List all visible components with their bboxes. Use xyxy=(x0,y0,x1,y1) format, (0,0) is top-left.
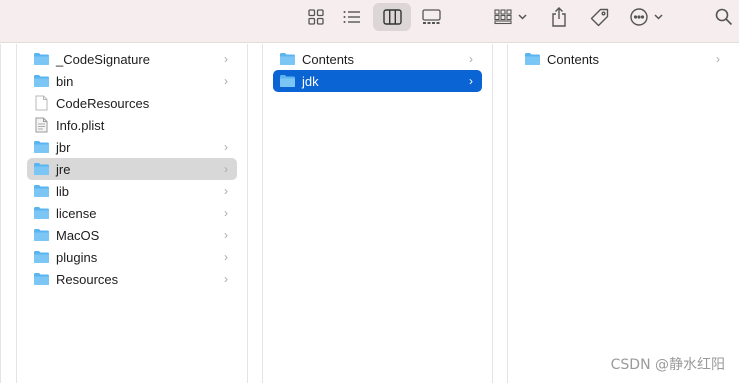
column-1[interactable]: _CodeSignature › bin › CodeResources Info.pli… xyxy=(17,44,248,383)
chevron-right-icon: › xyxy=(224,206,228,220)
folder-icon xyxy=(33,74,50,88)
search-icon xyxy=(715,8,733,26)
item-label: Contents xyxy=(547,51,600,67)
list-item[interactable]: license › xyxy=(27,202,237,224)
group-button[interactable] xyxy=(490,3,532,31)
search-button[interactable] xyxy=(710,3,738,31)
chevron-right-icon: › xyxy=(224,52,228,66)
icon-view-button[interactable] xyxy=(302,3,330,31)
tags-button[interactable] xyxy=(585,3,613,31)
gallery-icon xyxy=(421,9,441,25)
list-icon xyxy=(343,10,361,24)
item-label: MacOS xyxy=(56,227,100,243)
item-label: jre xyxy=(56,161,71,177)
list-item[interactable]: plugins › xyxy=(27,246,237,268)
group-grid-icon xyxy=(494,9,528,25)
column-2[interactable]: Contents › jdk › xyxy=(262,44,493,383)
folder-icon xyxy=(33,184,50,198)
folder-icon xyxy=(33,162,50,176)
item-label: Info.plist xyxy=(56,117,105,133)
watermark: CSDN @静水红阳 xyxy=(610,357,725,373)
chevron-right-icon: › xyxy=(469,52,473,66)
columns-icon xyxy=(382,9,402,25)
share-button[interactable] xyxy=(545,3,573,31)
list-item[interactable]: bin › xyxy=(27,70,237,92)
item-label: lib xyxy=(56,183,70,199)
chevron-right-icon: › xyxy=(224,228,228,242)
list-item[interactable]: Contents › xyxy=(518,48,729,70)
folder-icon xyxy=(524,52,541,66)
column-3[interactable]: Contents › xyxy=(507,44,739,383)
folder-icon xyxy=(33,250,50,264)
item-label: plugins xyxy=(56,249,98,265)
folder-icon xyxy=(33,228,50,242)
list-item[interactable]: Info.plist xyxy=(27,114,237,136)
folder-icon xyxy=(33,52,50,66)
plist-file-icon xyxy=(33,117,50,133)
item-label: jbr xyxy=(56,139,71,155)
list-item[interactable]: CodeResources xyxy=(27,92,237,114)
list-item[interactable]: jre › xyxy=(27,158,237,180)
item-label: _CodeSignature xyxy=(56,51,150,67)
chevron-right-icon: › xyxy=(224,184,228,198)
chevron-right-icon: › xyxy=(469,74,473,88)
list-item[interactable]: jbr › xyxy=(27,136,237,158)
finder-toolbar xyxy=(0,0,739,43)
folder-icon xyxy=(279,74,296,88)
item-label: Contents xyxy=(302,51,355,67)
chevron-right-icon: › xyxy=(224,74,228,88)
folder-icon xyxy=(33,140,50,154)
list-item[interactable]: Contents › xyxy=(273,48,482,70)
column-previous-edge xyxy=(0,44,17,383)
list-item[interactable]: lib › xyxy=(27,180,237,202)
column-view-button[interactable] xyxy=(373,3,411,31)
more-actions-button[interactable] xyxy=(627,3,667,31)
list-item[interactable]: jdk › xyxy=(273,70,482,92)
list-item[interactable]: MacOS › xyxy=(27,224,237,246)
grid-icon xyxy=(308,9,324,25)
chevron-right-icon: › xyxy=(224,272,228,286)
item-label: CodeResources xyxy=(56,95,150,111)
chevron-right-icon: › xyxy=(224,250,228,264)
folder-icon xyxy=(33,206,50,220)
gallery-view-button[interactable] xyxy=(417,3,445,31)
list-item[interactable]: Resources › xyxy=(27,268,237,290)
folder-icon xyxy=(33,272,50,286)
chevron-right-icon: › xyxy=(224,140,228,154)
chevron-right-icon: › xyxy=(716,52,720,66)
chevron-right-icon: › xyxy=(224,162,228,176)
ellipsis-circle-icon xyxy=(630,8,664,26)
item-label: Resources xyxy=(56,271,119,287)
column-browser: _CodeSignature › bin › CodeResources Info.pli… xyxy=(0,44,739,383)
document-icon xyxy=(33,95,50,111)
item-label: license xyxy=(56,205,97,221)
list-item[interactable]: _CodeSignature › xyxy=(27,48,237,70)
item-label: bin xyxy=(56,73,74,89)
share-icon xyxy=(551,7,567,27)
list-view-button[interactable] xyxy=(337,3,367,31)
item-label: jdk xyxy=(302,73,319,89)
tag-icon xyxy=(590,8,609,27)
folder-icon xyxy=(279,52,296,66)
